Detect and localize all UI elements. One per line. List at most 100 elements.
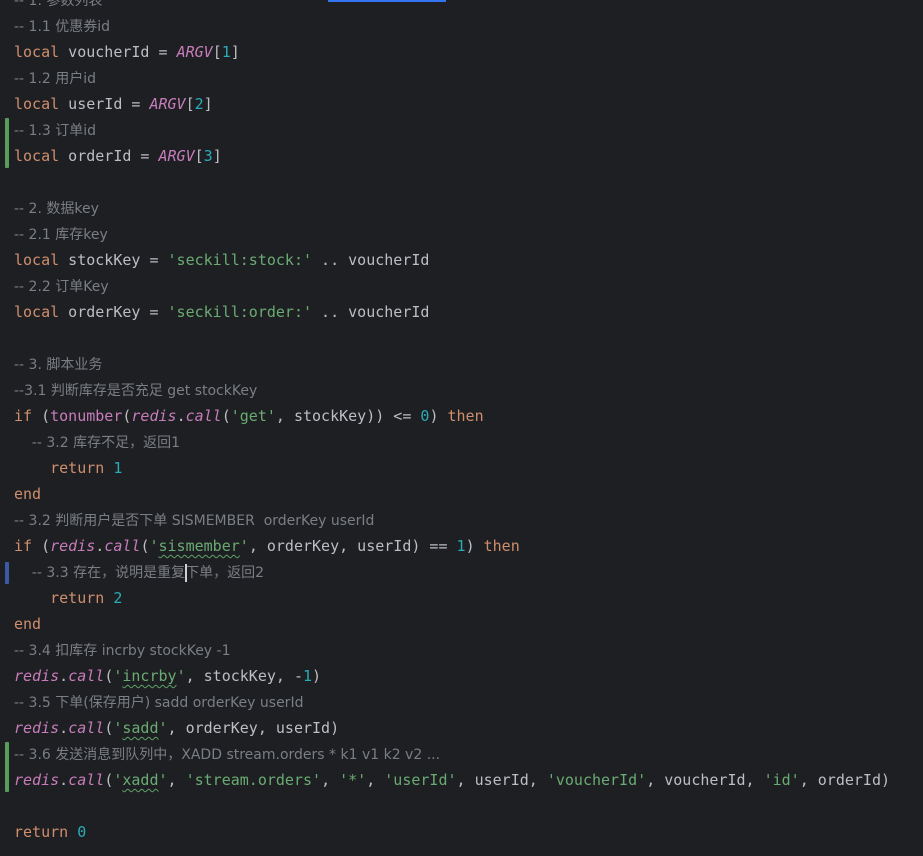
comment: -- 3. 脚本业务 — [14, 357, 103, 373]
comment: -- 2. 数据key — [14, 201, 99, 217]
token: 0 — [77, 823, 87, 841]
token: redis — [14, 719, 60, 737]
token: 'voucherId' — [546, 771, 647, 789]
token: local — [14, 43, 60, 61]
token: return — [14, 823, 69, 841]
text-cursor — [185, 564, 187, 582]
code-line[interactable]: return 2 — [14, 585, 890, 611]
code-line[interactable]: redis.call('sadd', orderKey, userId) — [14, 715, 890, 741]
code-line[interactable]: redis.call('xadd', 'stream.orders', '*',… — [14, 767, 890, 793]
token: 0 — [420, 407, 430, 425]
gutter-change-marker-added[interactable] — [5, 742, 9, 792]
comment: -- 1. 参数列表 — [14, 0, 103, 9]
code-line[interactable]: -- 3.2 判断用户是否下单 SISMEMBER orderKey userI… — [14, 507, 890, 533]
token: ARGV — [176, 43, 213, 61]
token: 1 — [456, 537, 466, 555]
token: 'get' — [230, 407, 276, 425]
code-line[interactable]: if (redis.call('sismember', orderKey, us… — [14, 533, 890, 559]
token: call — [104, 537, 141, 555]
token: call — [185, 407, 222, 425]
token: return — [50, 459, 105, 477]
code-area[interactable]: -- 1. 参数列表 -- 1.1 优惠券id local voucherId … — [14, 0, 890, 845]
code-line[interactable]: --3.1 判断库存是否充足 get stockKey — [14, 377, 890, 403]
code-line[interactable]: -- 2.1 库存key — [14, 221, 890, 247]
code-line[interactable]: end — [14, 611, 890, 637]
comment: -- 2.2 订单Key — [14, 279, 109, 295]
comment: -- 1.2 用户id — [14, 71, 97, 87]
token: then — [483, 537, 520, 555]
token: 'xadd' — [113, 771, 168, 789]
token: redis — [131, 407, 177, 425]
code-line[interactable]: local stockKey = 'seckill:stock:' .. vou… — [14, 247, 890, 273]
comment: -- 3.3 存在，说明是重复下单，返回2 — [14, 565, 264, 581]
token: if — [14, 537, 33, 555]
token: 'id' — [763, 771, 800, 789]
token: redis — [14, 667, 60, 685]
comment: -- 1.1 优惠券id — [14, 19, 111, 35]
token: end — [14, 615, 42, 633]
token: redis — [50, 537, 96, 555]
token: 2 — [194, 95, 204, 113]
token: 'userId' — [384, 771, 457, 789]
token: 'stream.orders' — [185, 771, 322, 789]
token: 'seckill:order:' — [167, 303, 313, 321]
code-line[interactable]: -- 2. 数据key — [14, 195, 890, 221]
code-line[interactable]: -- 3.2 库存不足，返回1 — [14, 429, 890, 455]
code-line[interactable]: -- 2.2 订单Key — [14, 273, 890, 299]
comment: -- 2.1 库存key — [14, 227, 108, 243]
token: 'incrby' — [113, 667, 186, 685]
token: local — [14, 303, 60, 321]
token: 1 — [113, 459, 123, 477]
token: local — [14, 95, 60, 113]
code-line[interactable]: redis.call('incrby', stockKey, -1) — [14, 663, 890, 689]
code-line[interactable]: return 0 — [14, 819, 890, 845]
token: call — [68, 771, 105, 789]
code-line[interactable] — [14, 325, 890, 351]
code-line[interactable] — [14, 793, 890, 819]
token: then — [447, 407, 484, 425]
token: 1 — [303, 667, 313, 685]
code-line[interactable]: local orderId = ARGV[3] — [14, 143, 890, 169]
comment: -- 3.2 判断用户是否下单 SISMEMBER orderKey userI… — [14, 513, 375, 529]
code-editor[interactable]: -- 1. 参数列表 -- 1.1 优惠券id local voucherId … — [0, 0, 923, 856]
token: ARGV — [158, 147, 195, 165]
code-line[interactable]: if (tonumber(redis.call('get', stockKey)… — [14, 403, 890, 429]
token: local — [14, 147, 60, 165]
comment: -- 3.4 扣库存 incrby stockKey -1 — [14, 643, 231, 659]
gutter-change-marker-modified[interactable] — [5, 562, 9, 584]
comment: -- 3.2 库存不足，返回1 — [14, 435, 180, 451]
token: 3 — [203, 147, 213, 165]
code-line[interactable]: -- 3. 脚本业务 — [14, 351, 890, 377]
token: call — [68, 719, 105, 737]
code-line[interactable]: -- 3.4 扣库存 incrby stockKey -1 — [14, 637, 890, 663]
token: 1 — [221, 43, 231, 61]
comment: -- 3.5 下单(保存用户) sadd orderKey userId — [14, 695, 304, 711]
code-line[interactable]: -- 3.6 发送消息到队列中，XADD stream.orders * k1 … — [14, 741, 890, 767]
token: 'sismember' — [149, 537, 249, 555]
code-line[interactable]: -- 3.5 下单(保存用户) sadd orderKey userId — [14, 689, 890, 715]
token: tonumber — [50, 407, 123, 425]
token: if — [14, 407, 33, 425]
token: 2 — [113, 589, 123, 607]
token: end — [14, 485, 42, 503]
code-line[interactable]: local voucherId = ARGV[1] — [14, 39, 890, 65]
code-line[interactable]: -- 3.3 存在，说明是重复下单，返回2 — [14, 559, 890, 585]
code-line[interactable]: end — [14, 481, 890, 507]
token: '*' — [339, 771, 367, 789]
gutter-change-marker-added[interactable] — [5, 118, 9, 168]
token: ARGV — [149, 95, 186, 113]
code-line[interactable] — [14, 169, 890, 195]
code-line[interactable]: -- 1.3 订单id — [14, 117, 890, 143]
code-line[interactable]: -- 1.2 用户id — [14, 65, 890, 91]
token: 'sadd' — [113, 719, 168, 737]
comment: -- 1.3 订单id — [14, 123, 97, 139]
code-line[interactable]: local orderKey = 'seckill:order:' .. vou… — [14, 299, 890, 325]
token: return — [50, 589, 105, 607]
code-line[interactable]: -- 1. 参数列表 — [14, 0, 890, 13]
code-line[interactable]: return 1 — [14, 455, 890, 481]
token: redis — [14, 771, 60, 789]
comment: -- 3.6 发送消息到队列中，XADD stream.orders * k1 … — [14, 747, 441, 763]
code-line[interactable]: -- 1.1 优惠券id — [14, 13, 890, 39]
code-line[interactable]: local userId = ARGV[2] — [14, 91, 890, 117]
token: local — [14, 251, 60, 269]
